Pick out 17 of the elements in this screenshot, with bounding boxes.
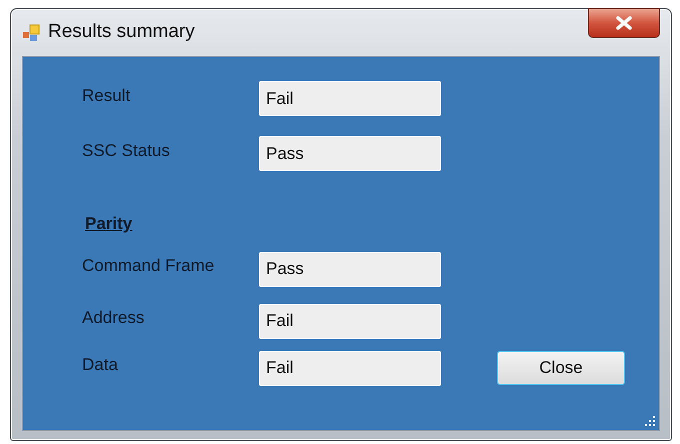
app-icon	[22, 24, 40, 42]
field-label: Command Frame	[82, 255, 216, 278]
result-field[interactable]: Fail	[259, 304, 441, 338]
field-label: Result	[82, 84, 132, 107]
result-field[interactable]: Pass	[259, 252, 441, 286]
resize-grip-icon[interactable]	[644, 415, 656, 427]
section-heading: Parity	[85, 213, 134, 235]
result-field[interactable]: Fail	[259, 350, 441, 386]
result-field[interactable]: Pass	[259, 136, 441, 171]
field-label: SSC Status	[82, 140, 171, 162]
field-label: Address	[82, 307, 146, 330]
close-icon	[615, 16, 633, 30]
window-title: Results summary	[48, 20, 195, 44]
result-field[interactable]: Fail	[259, 81, 441, 116]
close-button[interactable]: Close	[497, 351, 625, 385]
close-window-button[interactable]	[588, 8, 660, 38]
field-label: Data	[82, 354, 119, 376]
